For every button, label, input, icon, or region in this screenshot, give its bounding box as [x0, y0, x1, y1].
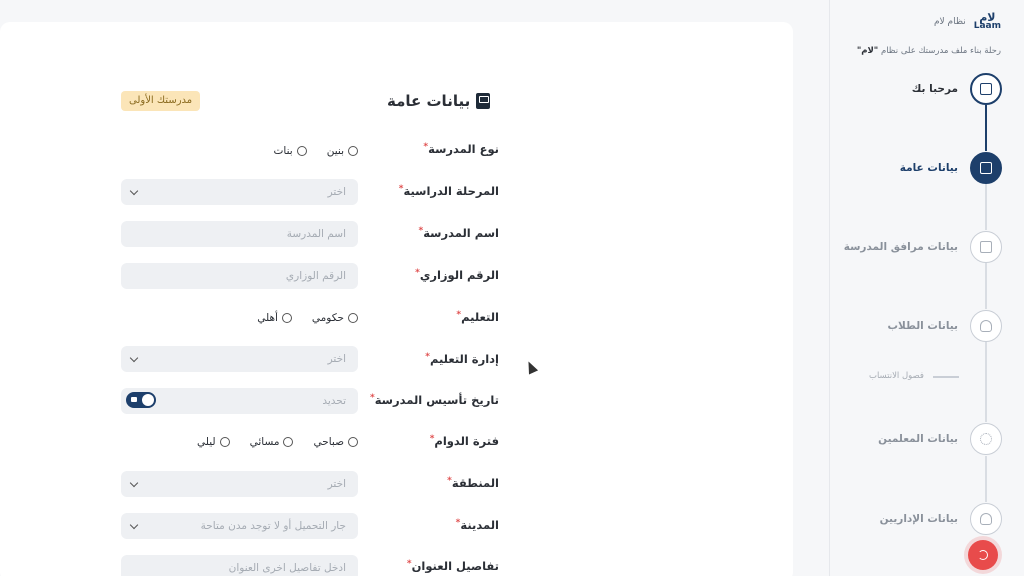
radio-government[interactable]: حكومي: [312, 312, 358, 324]
label-founding-date: تاريخ تأسيس المدرسة*: [369, 393, 499, 407]
step-label-facilities: بيانات مرافق المدرسة: [843, 241, 958, 253]
label-shift: فترة الدوام*: [429, 434, 499, 448]
tagline: رحلة بناء ملف مدرستك على نظام "لام": [856, 46, 1001, 56]
progress-rail: [985, 456, 987, 502]
laam-logo: لام Laam: [973, 11, 1001, 31]
address-input[interactable]: ادخل تفاصيل اخرى العنوان: [121, 555, 358, 576]
stage-select[interactable]: اختر: [121, 179, 358, 205]
chevron-down-icon: [129, 353, 139, 363]
progress-rail-done: [985, 105, 987, 151]
step-teachers[interactable]: [970, 423, 1002, 455]
date-type-toggle[interactable]: [126, 392, 156, 408]
label-ministry-no: الرقم الوزاري*: [415, 268, 499, 282]
label-school-type: نوع المدرسة*: [423, 142, 499, 156]
person-icon: [980, 513, 992, 525]
radio-night[interactable]: ليلي: [197, 436, 230, 448]
radio-boys[interactable]: بنين: [327, 145, 358, 157]
step-label-general-info: بيانات عامة: [899, 162, 958, 174]
school-badge: مدرستك الأولى: [121, 91, 201, 111]
progress-rail: [985, 184, 987, 230]
sub-step-affiliation-classes[interactable]: فصول الانتساب: [869, 371, 924, 381]
label-stage: المرحلة الدراسية*: [398, 184, 499, 198]
edu-admin-select[interactable]: اختر: [121, 346, 358, 372]
toggle-knob: [142, 394, 154, 406]
label-education: التعليم*: [456, 310, 499, 324]
radio-circle-icon: [219, 437, 230, 447]
radio-circle-icon: [348, 146, 358, 156]
step-label-students: بيانات الطلاب: [887, 320, 958, 332]
label-edu-admin: إدارة التعليم*: [425, 352, 499, 366]
document-icon: [980, 162, 992, 174]
radio-circle-icon: [296, 146, 307, 156]
section-title: بيانات عامة: [387, 92, 497, 110]
step-label-admins: بيانات الإداريين: [879, 513, 958, 525]
radio-evening[interactable]: مسائي: [250, 436, 294, 448]
chevron-down-icon: [129, 520, 139, 530]
step-facilities[interactable]: [970, 231, 1002, 263]
step-welcome[interactable]: [970, 73, 1002, 105]
step-general-info[interactable]: [970, 152, 1002, 184]
radio-girls[interactable]: بنات: [274, 145, 307, 157]
step-students[interactable]: [970, 310, 1002, 342]
label-school-name: اسم المدرسة*: [418, 226, 499, 240]
progress-rail: [985, 263, 987, 309]
radio-group-education: حكومي أهلي: [257, 312, 358, 324]
calendar-icon: [131, 397, 137, 402]
chevron-down-icon: [129, 478, 139, 488]
step-label-teachers: بيانات المعلمين: [878, 433, 958, 445]
radio-private[interactable]: أهلي: [257, 312, 292, 324]
pencil-icon: [980, 241, 992, 253]
radio-group-school-type: بنين بنات: [274, 145, 358, 157]
group-icon: [980, 433, 992, 445]
document-icon: [476, 93, 491, 109]
logout-button[interactable]: [968, 540, 998, 570]
city-select[interactable]: جار التحميل أو لا توجد مدن متاحة: [121, 513, 358, 539]
logout-icon: [978, 550, 988, 560]
school-name-input[interactable]: اسم المدرسة: [121, 221, 358, 247]
brand-name: نظام لام: [933, 17, 966, 27]
chevron-down-icon: [129, 186, 139, 196]
section-title-text: بيانات عامة: [387, 92, 471, 110]
label-region: المنطقة*: [447, 476, 499, 490]
radio-circle-icon: [281, 313, 292, 323]
founding-date-input[interactable]: تحديد: [121, 388, 358, 414]
label-address: تفاصيل العنوان*: [406, 559, 499, 573]
step-admins[interactable]: [970, 503, 1002, 535]
steps-sidebar: لام Laam نظام لام رحلة بناء ملف مدرستك عل…: [829, 0, 1024, 576]
radio-circle-icon: [348, 313, 358, 323]
radio-group-shift: صباحي مسائي ليلي: [197, 436, 358, 448]
radio-morning[interactable]: صباحي: [313, 436, 358, 448]
radio-circle-icon: [348, 437, 358, 447]
sub-step-line: [933, 376, 959, 378]
brand: لام Laam نظام لام: [933, 11, 1001, 31]
progress-rail: [985, 342, 987, 422]
step-label-welcome: مرحبا بك: [911, 83, 958, 95]
radio-circle-icon: [283, 437, 294, 447]
ministry-number-input[interactable]: الرقم الوزاري: [121, 263, 358, 289]
region-select[interactable]: اختر: [121, 471, 358, 497]
building-icon: [980, 83, 992, 95]
users-icon: [980, 320, 992, 332]
label-city: المدينة*: [455, 518, 499, 532]
